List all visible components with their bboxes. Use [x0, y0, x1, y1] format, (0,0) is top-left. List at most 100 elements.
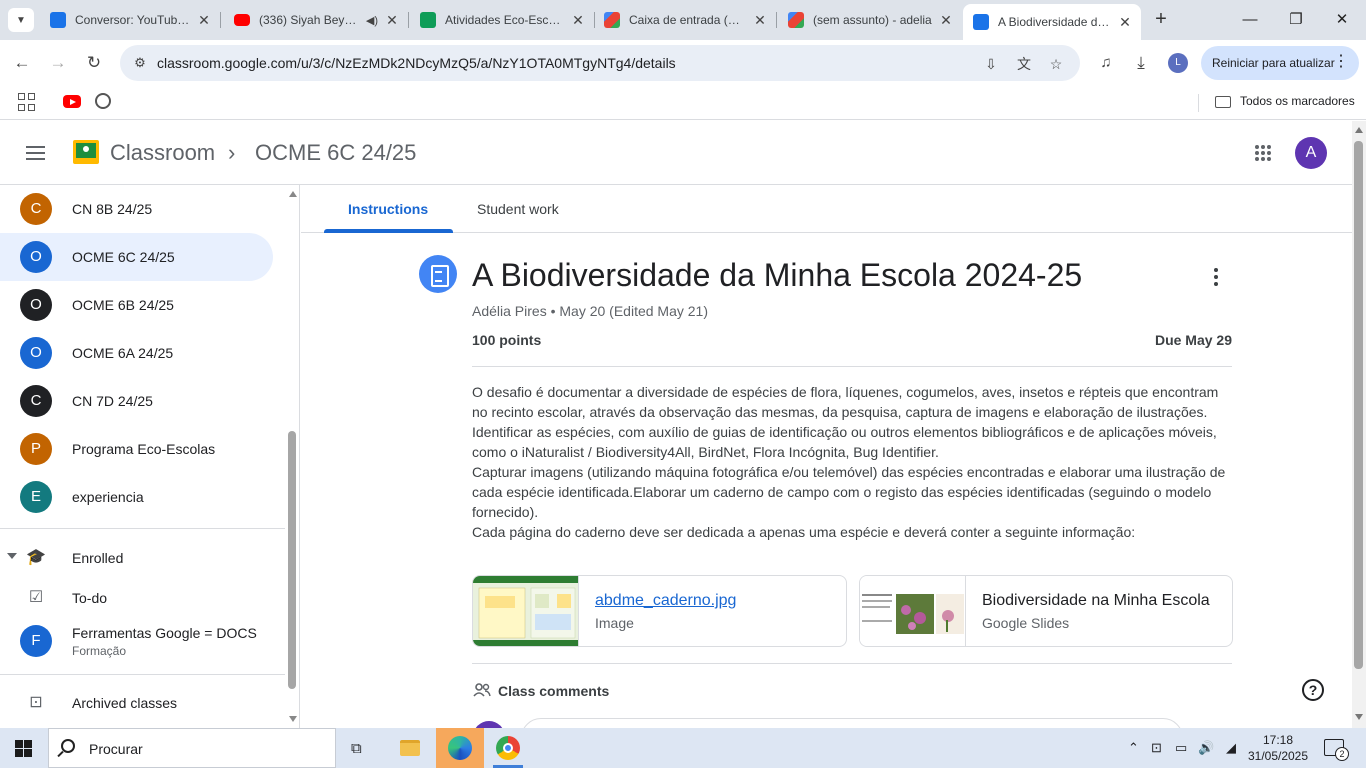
new-tab-button[interactable]: + [1150, 8, 1172, 30]
profile-avatar[interactable]: L [1168, 53, 1188, 73]
sidebar-scrollbar-thumb[interactable] [288, 431, 296, 689]
attachment-image[interactable]: abdme_caderno.jpg Image [472, 575, 847, 647]
bookmarks-divider [1198, 94, 1199, 112]
close-icon[interactable]: ✕ [752, 12, 768, 29]
slides-icon [420, 12, 436, 28]
browser-tab-0[interactable]: Conversor: YouTube MP3 ✕ [40, 6, 221, 34]
close-icon[interactable]: ✕ [1117, 14, 1133, 31]
archive-icon: ⊡ [29, 694, 43, 711]
install-app-icon[interactable]: ⇩ [980, 53, 1002, 75]
more-options-icon[interactable] [1204, 265, 1228, 289]
youtube-icon[interactable] [63, 95, 81, 108]
folder-icon[interactable] [1215, 96, 1231, 108]
close-icon[interactable]: ✕ [938, 12, 954, 29]
security-icon[interactable]: ⊡ [1151, 740, 1162, 756]
sidebar-item-ocme-6a[interactable]: O OCME 6A 24/25 [0, 329, 273, 377]
app-title[interactable]: Classroom [110, 140, 215, 166]
page-scrollbar[interactable] [1352, 121, 1366, 728]
close-icon[interactable]: ✕ [196, 12, 212, 29]
windows-start-icon[interactable] [15, 740, 32, 757]
detail-tabs: Instructions Student work [301, 185, 1352, 233]
back-button[interactable]: ← [10, 51, 34, 75]
chevron-up-icon[interactable]: ⌃ [1128, 740, 1139, 756]
main-menu-icon[interactable] [26, 146, 45, 160]
attachment-type: Image [595, 615, 634, 631]
network-icon[interactable]: ◢ [1226, 740, 1236, 756]
gmail-icon [788, 12, 804, 28]
browser-tab-5[interactable]: A Biodiversidade da Minha Escola ✕ [963, 4, 1141, 40]
chevron-down-icon: ▼ [16, 14, 26, 26]
sidebar-item-label: To-do [72, 590, 108, 606]
class-avatar: C [20, 193, 52, 225]
classroom-logo-icon[interactable] [73, 140, 99, 164]
sidebar-item-cn-8b[interactable]: C CN 8B 24/25 [0, 185, 273, 233]
help-icon[interactable]: ? [1302, 679, 1324, 701]
browser-tab-1[interactable]: (336) Siyah Beyaz Sonsuzluk ◀) ✕ [224, 6, 409, 34]
taskbar-search-label: Procurar [89, 741, 143, 757]
page-scrollbar-thumb[interactable] [1354, 141, 1363, 669]
reload-button[interactable]: ↻ [82, 51, 106, 75]
browser-tab-2[interactable]: Atividades Eco-Escolas ✕ [410, 6, 595, 34]
file-explorer-button[interactable] [386, 728, 434, 768]
account-avatar[interactable]: A [1295, 137, 1327, 169]
close-window-button[interactable]: ✕ [1319, 8, 1365, 32]
google-apps-icon[interactable] [1255, 145, 1271, 161]
address-bar[interactable]: ⚙ classroom.google.com/u/3/c/NzEzMDk2NDc… [120, 45, 1080, 81]
close-icon[interactable]: ✕ [570, 12, 586, 29]
more-vert-icon: ⋮ [1333, 53, 1349, 70]
media-controls-icon[interactable]: ♫ [1094, 51, 1118, 75]
bookmark-star-icon[interactable]: ☆ [1045, 53, 1067, 75]
attachment-name[interactable]: abdme_caderno.jpg [595, 592, 835, 610]
maximize-button[interactable]: ❐ [1273, 8, 1319, 32]
sidebar-item-ocme-6c[interactable]: O OCME 6C 24/25 [0, 233, 273, 281]
all-bookmarks-link[interactable]: Todos os marcadores [1240, 94, 1355, 108]
breadcrumb-class[interactable]: OCME 6C 24/25 [255, 140, 416, 166]
tab-search-button[interactable]: ▼ [8, 8, 34, 32]
browser-tab-4[interactable]: (sem assunto) - adelia ✕ [778, 6, 962, 34]
notification-center-icon[interactable]: 2 [1324, 739, 1349, 761]
class-avatar: O [20, 241, 52, 273]
sidebar: C CN 8B 24/25 O OCME 6C 24/25 O OCME 6B … [0, 185, 300, 728]
downloads-icon[interactable]: ⤓ [1129, 51, 1153, 75]
sidebar-scroll-up[interactable] [289, 191, 297, 197]
battery-icon[interactable]: ▭ [1175, 740, 1187, 756]
speaker-icon[interactable]: ◀) [366, 14, 378, 27]
tab-student-work[interactable]: Student work [477, 201, 559, 217]
sidebar-scroll-down[interactable] [289, 716, 297, 722]
edge-button[interactable] [436, 728, 484, 768]
close-icon[interactable]: ✕ [384, 12, 400, 29]
tab-instructions[interactable]: Instructions [348, 201, 428, 217]
sidebar-item-eco-escolas[interactable]: P Programa Eco-Escolas [0, 425, 273, 473]
task-view-button[interactable]: ⧉ [336, 728, 384, 768]
sidebar-item-ocme-6b[interactable]: O OCME 6B 24/25 [0, 281, 273, 329]
notebook-thumbnail-icon [473, 576, 578, 646]
sidebar-item-cn-7d[interactable]: C CN 7D 24/25 [0, 377, 273, 425]
sidebar-item-experiencia[interactable]: E experiencia [0, 473, 273, 521]
clock-date: 31/05/2025 [1247, 749, 1309, 763]
attachment-thumbnail [860, 576, 966, 646]
system-clock[interactable]: 17:18 31/05/2025 [1246, 732, 1310, 764]
chrome-button[interactable] [484, 728, 532, 768]
comment-input[interactable] [521, 718, 1183, 728]
sidebar-item-ferramentas-google[interactable]: F Ferramentas Google = DOCS Formação [0, 617, 273, 665]
restart-update-button[interactable]: Reiniciar para atualizar ⋮ [1201, 46, 1359, 80]
translate-icon[interactable]: 文 [1013, 53, 1035, 75]
attachment-name[interactable]: Biodiversidade na Minha Escola [982, 592, 1222, 610]
scroll-down-arrow[interactable] [1355, 714, 1363, 720]
attachment-slides[interactable]: Biodiversidade na Minha Escola Google Sl… [859, 575, 1233, 647]
taskbar-search[interactable]: Procurar [48, 728, 336, 768]
browser-tab-3[interactable]: Caixa de entrada (13) - adelia ✕ [594, 6, 777, 34]
globe-icon[interactable] [95, 93, 111, 109]
checklist-icon: ☑ [28, 589, 44, 606]
url-text[interactable]: classroom.google.com/u/3/c/NzEzMDk2NDcyM… [157, 55, 676, 71]
sidebar-item-archived[interactable]: ⊡ Archived classes [0, 679, 273, 727]
sidebar-divider [0, 674, 285, 675]
site-info-icon[interactable]: ⚙ [130, 53, 150, 73]
sidebar-item-subtitle: Formação [72, 644, 127, 658]
volume-icon[interactable]: 🔊 [1198, 740, 1214, 756]
forward-button[interactable]: → [46, 51, 70, 75]
scroll-up-arrow[interactable] [1355, 127, 1363, 133]
minimize-button[interactable]: — [1227, 8, 1273, 32]
apps-grid-icon[interactable] [18, 93, 36, 111]
sidebar-item-todo[interactable]: ☑ To-do [0, 574, 273, 622]
